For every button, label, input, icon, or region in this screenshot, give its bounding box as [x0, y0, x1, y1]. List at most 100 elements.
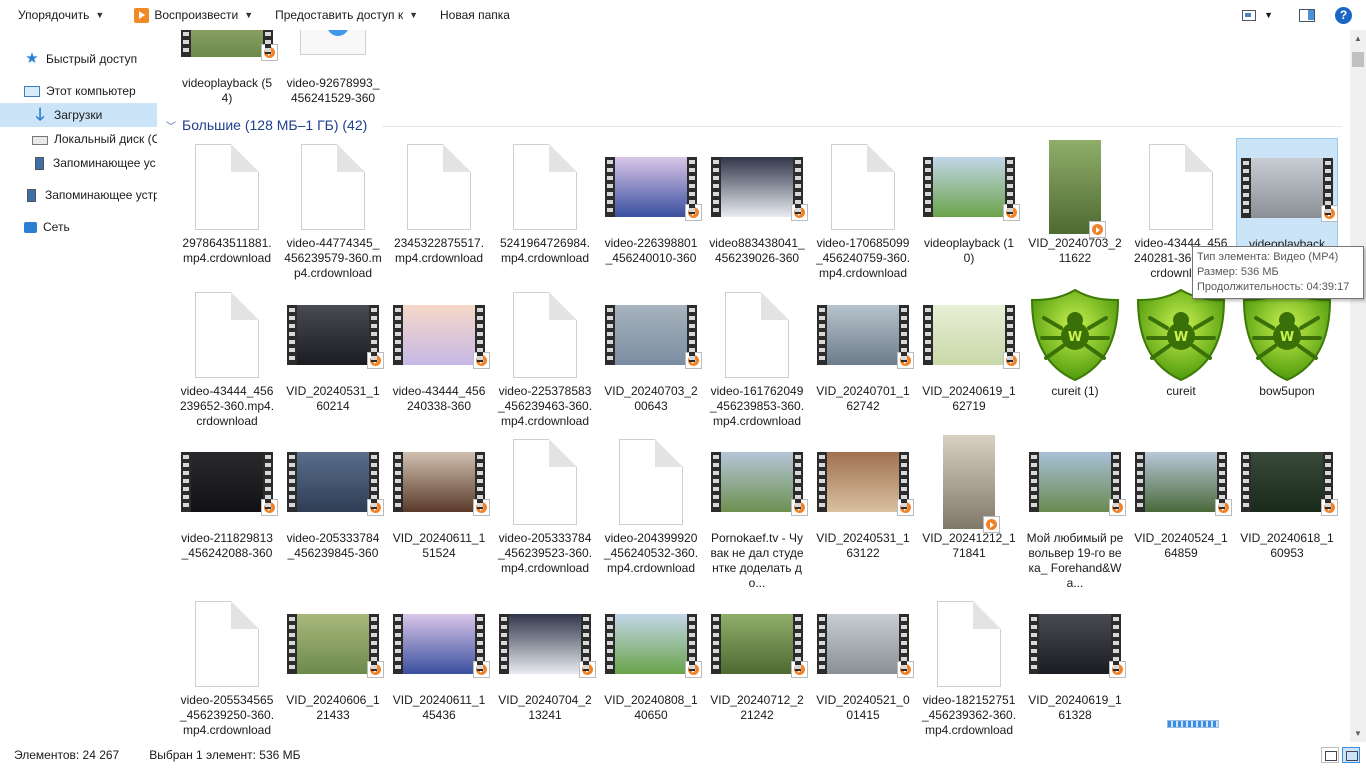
file-item[interactable]: video-44774345_456239579-360.mp4.crdownl…: [282, 138, 384, 281]
share-label: Предоставить доступ к: [275, 8, 404, 22]
nav-usb-storage-1[interactable]: Запоминающее ус: [32, 151, 156, 175]
change-view-icon[interactable]: [1242, 9, 1257, 21]
file-item[interactable]: video-226398801_456240010-360: [600, 138, 702, 266]
file-item[interactable]: 5241964726984.mp4.crdownload: [494, 138, 596, 266]
file-thumbnail: [918, 595, 1020, 693]
file-name-label: video-182152751_456239362-360.mp4.crdown…: [921, 693, 1017, 737]
details-view-icon[interactable]: [1321, 747, 1339, 763]
organize-button[interactable]: Упорядочить ▼: [10, 0, 112, 30]
file-item[interactable]: VID_20241212_171841: [918, 433, 1020, 561]
new-folder-button[interactable]: Новая папка: [432, 0, 518, 30]
video-frame: [297, 452, 369, 512]
preview-pane-icon[interactable]: [1299, 8, 1315, 22]
play-button[interactable]: Воспроизвести ▼: [126, 0, 261, 30]
file-item[interactable]: VID_20240701_162742: [812, 286, 914, 414]
file-item[interactable]: videoplayback (54): [176, 30, 278, 106]
file-item[interactable]: video-43444_456240338-360: [388, 286, 490, 414]
large-icons-view-icon[interactable]: [1342, 747, 1360, 763]
file-item[interactable]: VID_20240531_160214: [282, 286, 384, 414]
file-item[interactable]: video-170685099_456240759-360.mp4.crdown…: [812, 138, 914, 281]
file-item[interactable]: videoplayback (10): [918, 138, 1020, 266]
file-item[interactable]: video-161762049_456239853-360.mp4.crdown…: [706, 286, 808, 429]
file-item[interactable]: VID_20240712_221242: [706, 595, 808, 723]
group-header[interactable]: ﹀ Большие (128 МБ–1 ГБ) (42): [166, 117, 367, 133]
file-item[interactable]: video-205333784_456239523-360.mp4.crdown…: [494, 433, 596, 576]
file-item[interactable]: VID_20240619_162719: [918, 286, 1020, 414]
file-item[interactable]: VID_20240619_161328: [1024, 595, 1126, 723]
file-list-view[interactable]: ﹀ Большие (128 МБ–1 ГБ) (42) videoplayba…: [160, 30, 1350, 742]
file-item[interactable]: video-211829813_456242088-360: [176, 433, 278, 561]
blank-document-icon: [1149, 144, 1213, 230]
file-item[interactable]: video-43444_456239652-360.mp4.crdownload: [176, 286, 278, 429]
nav-downloads[interactable]: 🡓 Загрузки: [0, 103, 157, 127]
scroll-up-arrow-icon[interactable]: ▲: [1350, 30, 1366, 47]
media-player-badge-icon: [1109, 499, 1126, 516]
file-thumbnail: [388, 138, 490, 236]
nav-local-disk[interactable]: Локальный диск (C: [32, 127, 157, 151]
file-item[interactable]: Wbow5upon: [1236, 286, 1338, 399]
file-item[interactable]: Мой любимый револьвер 19-го века_ Foreha…: [1024, 433, 1126, 591]
media-player-badge-icon: [685, 204, 702, 221]
file-item[interactable]: video-92678993_456241529-360: [282, 30, 384, 106]
file-item[interactable]: video-204399920_456240532-360.mp4.crdown…: [600, 433, 702, 576]
video-frame: [721, 157, 793, 217]
nav-quick-access[interactable]: ★ Быстрый доступ: [24, 47, 137, 71]
file-item[interactable]: video-182152751_456239362-360.mp4.crdown…: [918, 595, 1020, 738]
file-item[interactable]: Pornokaef.tv - Чувак не дал студентке до…: [706, 433, 808, 591]
media-player-badge-icon: [1321, 205, 1338, 222]
file-item[interactable]: video883438041_456239026-360: [706, 138, 808, 266]
blank-document-icon: [619, 439, 683, 525]
file-item[interactable]: VID_20240531_163122: [812, 433, 914, 561]
file-name-label: Pornokaef.tv - Чувак не дал студентке до…: [710, 531, 804, 590]
nav-label: Локальный диск (C: [54, 132, 157, 146]
selection-info: Выбран 1 элемент: 536 МБ: [149, 748, 301, 762]
share-button[interactable]: Предоставить доступ к ▼: [267, 0, 426, 30]
video-filmstrip-thumbnail: [1029, 614, 1126, 678]
file-thumbnail: [176, 433, 278, 531]
video-frame: [721, 614, 793, 674]
scrollbar-thumb[interactable]: [1352, 52, 1364, 67]
file-item[interactable]: VID_20240618_160953: [1236, 433, 1338, 561]
file-name-label: VID_20240703_200643: [604, 384, 698, 413]
video-frame: [1251, 452, 1323, 512]
file-item[interactable]: VID_20240704_213241: [494, 595, 596, 723]
file-item[interactable]: videoplayback: [1236, 138, 1338, 253]
file-item[interactable]: VID_20240606_121433: [282, 595, 384, 723]
collapse-chevron-icon[interactable]: ﹀: [166, 118, 176, 133]
file-item[interactable]: 2978643511881.mp4.crdownload: [176, 138, 278, 266]
file-item[interactable]: VID_20240524_164859: [1130, 433, 1232, 561]
svg-text:W: W: [1174, 330, 1188, 345]
file-name-label: video-205333784_456239523-360.mp4.crdown…: [497, 531, 593, 575]
file-thumbnail: [388, 433, 490, 531]
file-item[interactable]: video-225378583_456239463-360.mp4.crdown…: [494, 286, 596, 429]
file-item[interactable]: video-205534565_456239250-360.mp4.crdown…: [176, 595, 278, 738]
file-item[interactable]: VID_20240611_145436: [388, 595, 490, 723]
media-player-badge-icon: [897, 352, 914, 369]
file-item[interactable]: VID_20240703_200643: [600, 286, 702, 414]
help-icon[interactable]: ?: [1335, 6, 1352, 24]
video-frame: [403, 452, 475, 512]
file-item[interactable]: Wcureit (1): [1024, 286, 1126, 399]
media-player-badge-icon: [1321, 499, 1338, 516]
file-item[interactable]: Wcureit: [1130, 286, 1232, 399]
file-item[interactable]: VID_20240808_140650: [600, 595, 702, 723]
file-item[interactable]: VID_20240703_211622: [1024, 138, 1126, 266]
view-dropdown-chevron-icon[interactable]: ▼: [1260, 0, 1277, 30]
file-item[interactable]: video-205333784_456239845-360: [282, 433, 384, 561]
file-thumbnail: [388, 595, 490, 693]
video-frame: [1039, 614, 1111, 674]
scroll-down-arrow-icon[interactable]: ▼: [1350, 725, 1366, 742]
nav-network[interactable]: Сеть: [24, 215, 70, 239]
file-item[interactable]: VID_20240611_151524: [388, 433, 490, 561]
media-player-badge-icon: [261, 44, 278, 61]
video-filmstrip-thumbnail: [711, 452, 808, 516]
nav-this-pc[interactable]: Этот компьютер: [24, 79, 136, 103]
file-name-label: video-44774345_456239579-360.mp4.crdownl…: [284, 236, 382, 280]
file-tooltip: Тип элемента: Видео (MP4) Размер: 536 МБ…: [1192, 246, 1364, 299]
file-item[interactable]: 2345322875517.mp4.crdownload: [388, 138, 490, 266]
media-file-icon: [300, 30, 366, 55]
file-item[interactable]: VID_20240521_001415: [812, 595, 914, 723]
vertical-scrollbar[interactable]: ▲ ▼: [1350, 30, 1366, 742]
nav-usb-storage-2[interactable]: Запоминающее устр: [24, 183, 157, 207]
video-filmstrip-thumbnail: [393, 305, 490, 369]
